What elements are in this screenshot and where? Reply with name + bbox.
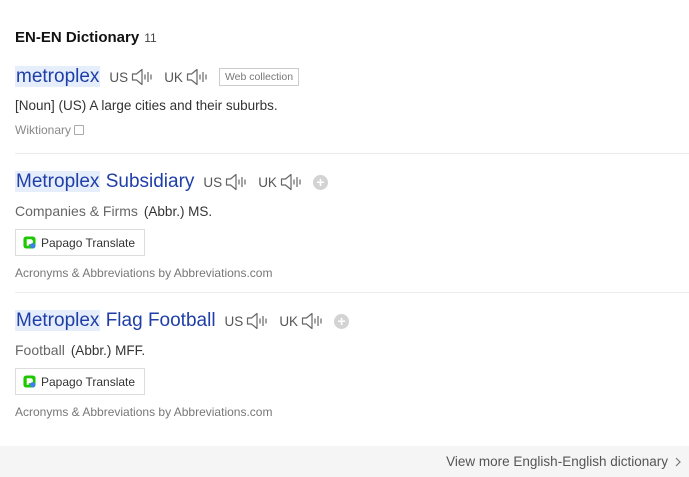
definition: [Noun] (US) A large cities and their sub… xyxy=(15,98,689,113)
headword-link[interactable]: Metroplex Subsidiary xyxy=(15,171,194,193)
abbreviation-definition: (Abbr.) MS. xyxy=(143,204,213,219)
view-more-link[interactable]: View more English-English dictionary xyxy=(446,454,681,469)
headword-rest: Subsidiary xyxy=(100,171,195,192)
pronunciation-us[interactable]: US xyxy=(225,312,271,330)
headword-highlight: Metroplex xyxy=(15,171,101,192)
definition: Companies & Firms (Abbr.) MS. xyxy=(15,203,689,219)
pronunciation-uk[interactable]: UK xyxy=(164,68,210,86)
definition: Football (Abbr.) MFF. xyxy=(15,342,689,358)
papago-icon xyxy=(23,375,36,388)
speaker-icon[interactable] xyxy=(280,173,304,191)
pronunciation-us[interactable]: US xyxy=(203,173,249,191)
web-collection-badge[interactable]: Web collection xyxy=(218,68,300,86)
source: Wiktionary xyxy=(15,123,689,137)
category-label: Football xyxy=(15,342,65,358)
pron-uk-label: UK xyxy=(164,69,183,85)
part-of-speech: [Noun] xyxy=(15,98,55,113)
headword-row: Metroplex Flag Football US UK + xyxy=(15,310,689,332)
pronunciation-uk[interactable]: UK xyxy=(279,312,325,330)
pronunciation-us[interactable]: US xyxy=(109,68,155,86)
headword-highlight: metroplex xyxy=(15,66,101,87)
headword-row: metroplex US UK Web collection xyxy=(15,66,689,88)
footer-bar: View more English-English dictionary xyxy=(0,446,689,477)
pron-us-label: US xyxy=(224,313,244,329)
dictionary-entry: metroplex US UK Web collection [Noun] (U… xyxy=(15,66,689,137)
papago-translate-button[interactable]: Papago Translate xyxy=(15,229,146,256)
speaker-icon[interactable] xyxy=(225,173,249,191)
pron-uk-label: UK xyxy=(258,174,277,190)
pron-us-label: US xyxy=(109,69,129,85)
papago-translate-button[interactable]: Papago Translate xyxy=(15,368,146,395)
speaker-icon[interactable] xyxy=(131,68,155,86)
chevron-right-icon xyxy=(675,457,681,466)
papago-translate-label: Papago Translate xyxy=(41,235,136,250)
speaker-icon[interactable] xyxy=(246,312,270,330)
pronunciation-uk[interactable]: UK xyxy=(258,173,304,191)
headword-link[interactable]: Metroplex Flag Football xyxy=(15,310,216,332)
papago-translate-label: Papago Translate xyxy=(41,374,136,389)
plus-icon[interactable]: + xyxy=(312,174,328,190)
section-title-text: EN-EN Dictionary xyxy=(15,29,140,46)
divider xyxy=(15,292,689,293)
headword-row: Metroplex Subsidiary US UK + xyxy=(15,171,689,193)
speaker-icon[interactable] xyxy=(301,312,325,330)
pron-uk-label: UK xyxy=(279,313,299,329)
region-tag: (US) xyxy=(58,98,87,113)
plus-icon[interactable]: + xyxy=(334,313,350,329)
abbreviation-definition: (Abbr.) MFF. xyxy=(70,343,146,358)
category-label: Companies & Firms xyxy=(15,203,138,219)
definition-text: A large cities and their suburbs. xyxy=(89,98,278,113)
section-title: EN-EN Dictionary 11 xyxy=(15,29,157,46)
source-credit[interactable]: Acronyms & Abbreviations by Abbreviation… xyxy=(15,405,689,419)
divider xyxy=(15,153,689,154)
view-more-label: View more English-English dictionary xyxy=(446,454,668,469)
headword-rest: Flag Football xyxy=(100,310,216,331)
dictionary-entry: Metroplex Flag Football US UK + Football… xyxy=(15,310,689,419)
source-link[interactable]: Wiktionary xyxy=(15,123,71,137)
result-count: 11 xyxy=(144,31,157,45)
source-credit[interactable]: Acronyms & Abbreviations by Abbreviation… xyxy=(15,266,689,280)
pron-us-label: US xyxy=(203,174,223,190)
headword-link[interactable]: metroplex xyxy=(15,66,101,88)
speaker-icon[interactable] xyxy=(186,68,210,86)
dictionary-entry: Metroplex Subsidiary US UK + Companies &… xyxy=(15,171,689,280)
headword-highlight: Metroplex xyxy=(15,310,101,331)
papago-icon xyxy=(23,236,36,249)
external-box-icon xyxy=(74,125,85,135)
